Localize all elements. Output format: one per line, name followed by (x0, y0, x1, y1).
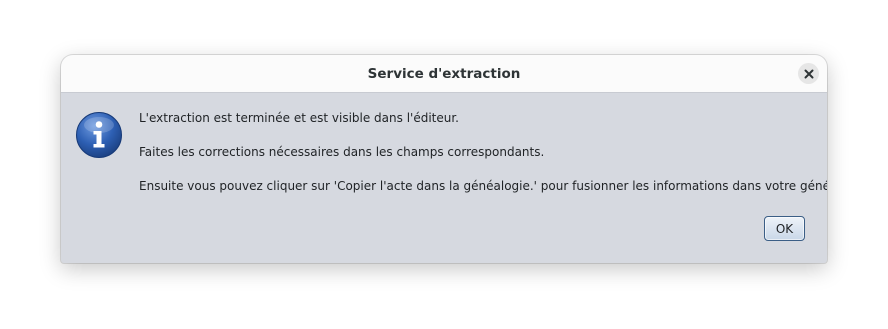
close-button[interactable] (798, 63, 819, 84)
dialog-content: L'extraction est terminée et est visible… (61, 93, 827, 263)
close-icon (804, 69, 813, 78)
dialog-title: Service d'extraction (367, 65, 521, 82)
message-line-3: Ensuite vous pouvez cliquer sur 'Copier … (139, 179, 827, 193)
message-dialog: Service d'extraction L'extraction est te… (61, 55, 827, 263)
dialog-titlebar[interactable]: Service d'extraction (61, 55, 827, 93)
message-line-1: L'extraction est terminée et est visible… (139, 111, 459, 125)
ok-button[interactable]: OK (764, 216, 805, 241)
message-line-2: Faites les corrections nécessaires dans … (139, 145, 545, 159)
info-icon (76, 112, 122, 158)
